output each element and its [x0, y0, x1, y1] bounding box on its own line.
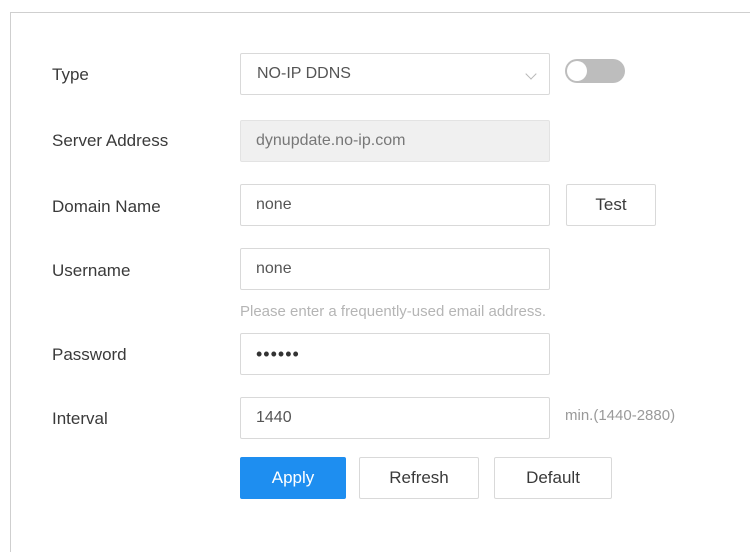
apply-button[interactable]: Apply: [240, 457, 346, 499]
password-input[interactable]: ••••••: [240, 333, 550, 375]
server-address-field: dynupdate.no-ip.com: [240, 120, 550, 162]
default-button[interactable]: Default: [494, 457, 612, 499]
password-label: Password: [52, 345, 127, 364]
type-label: Type: [52, 65, 89, 84]
interval-label: Interval: [52, 409, 108, 428]
test-button[interactable]: Test: [566, 184, 656, 226]
username-label: Username: [52, 261, 131, 280]
interval-unit: min.(1440-2880): [565, 407, 676, 424]
toggle-knob: [567, 61, 587, 81]
type-select-value: NO-IP DDNS: [257, 65, 351, 82]
interval-input[interactable]: 1440: [240, 397, 550, 439]
refresh-button[interactable]: Refresh: [359, 457, 479, 499]
domain-name-input[interactable]: none: [240, 184, 550, 226]
username-input[interactable]: none: [240, 248, 550, 290]
chevron-down-icon: [525, 68, 537, 80]
domain-name-label: Domain Name: [52, 197, 161, 216]
username-hint: Please enter a frequently-used email add…: [240, 303, 547, 320]
enable-toggle[interactable]: [565, 59, 625, 83]
type-select[interactable]: NO-IP DDNS: [240, 53, 550, 95]
server-address-label: Server Address: [52, 131, 169, 150]
